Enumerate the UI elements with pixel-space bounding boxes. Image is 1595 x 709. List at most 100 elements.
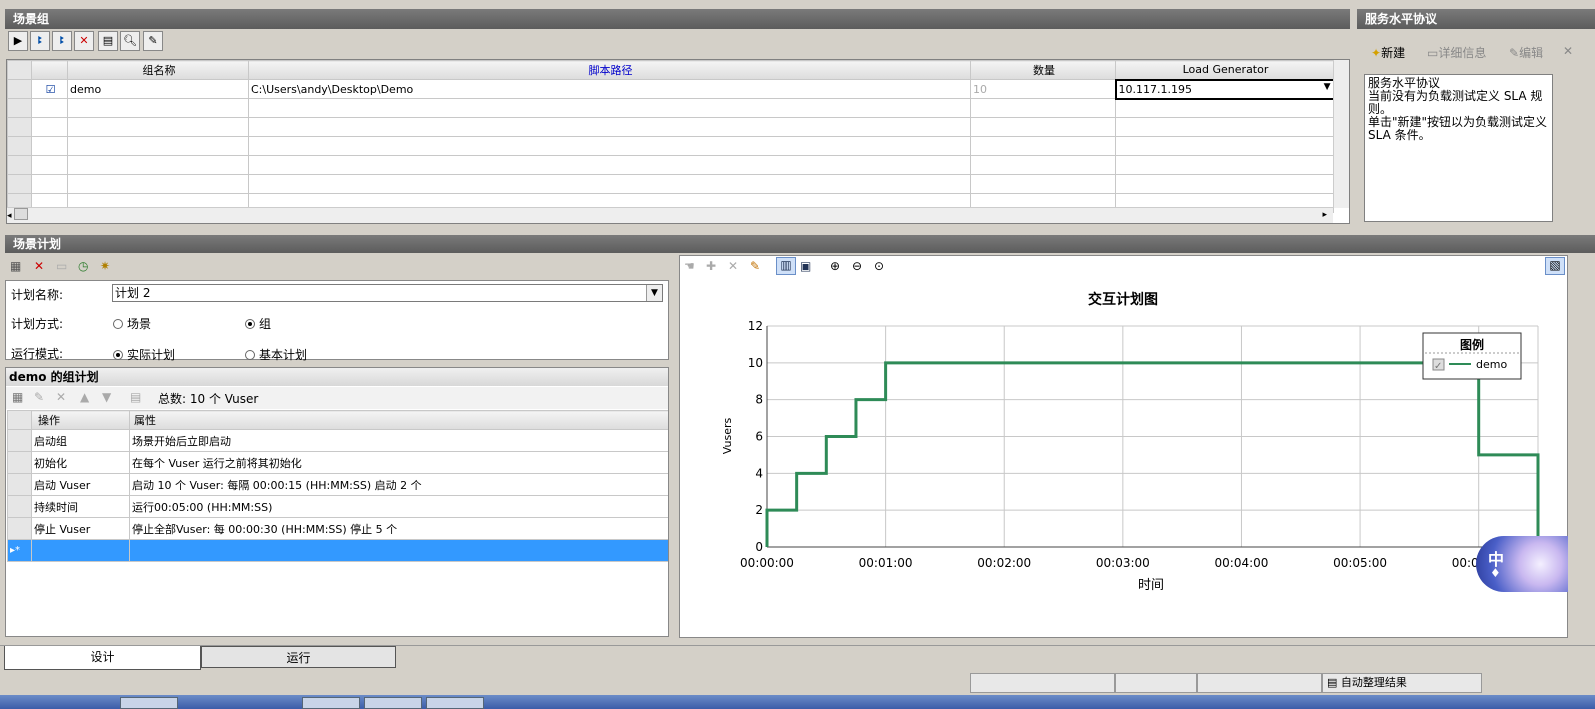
schedule-wizard-icon[interactable]: ✷: [100, 259, 110, 273]
vertical-scrollbar[interactable]: [1333, 60, 1349, 208]
scenario-group-grid: 组名称 脚本路径 数量 Load Generator ☑ demo C:\Use…: [6, 59, 1350, 224]
dropdown-arrow-icon[interactable]: ▼: [1324, 82, 1331, 92]
operation-cell[interactable]: 启动组: [31, 429, 130, 452]
collate-icon: ▤: [1327, 676, 1338, 689]
quantity-cell[interactable]: 10: [970, 79, 1116, 99]
row-header[interactable]: [7, 79, 32, 99]
col-quantity[interactable]: 数量: [970, 60, 1116, 80]
col-group-name[interactable]: 组名称: [67, 60, 249, 80]
table-row[interactable]: 启动 Vuser 启动 10 个 Vuser: 每隔 00:00:15 (HH:…: [7, 473, 668, 496]
table-row[interactable]: 初始化 在每个 Vuser 运行之前将其初始化: [7, 451, 668, 474]
y-tick-label: 0: [755, 540, 763, 554]
new-schedule-icon[interactable]: ▦: [10, 259, 21, 273]
table-row[interactable]: [7, 174, 1334, 194]
add-vusers-icon[interactable]: ꔪ: [52, 31, 72, 51]
chart-fit-icon[interactable]: ▣: [800, 259, 811, 273]
zoom-out-icon[interactable]: ⊖: [852, 259, 862, 273]
col-attribute[interactable]: 属性: [129, 410, 668, 430]
remove-vusers-icon[interactable]: ✕: [74, 31, 94, 51]
delete-schedule-icon[interactable]: ✕: [34, 259, 44, 273]
rename-schedule-icon[interactable]: ▭: [56, 259, 67, 273]
mode-group-radio[interactable]: 组: [245, 315, 271, 332]
details-icon[interactable]: ▤: [98, 31, 118, 51]
schedule-name-select[interactable]: 计划 2 ▼: [112, 284, 663, 302]
delete-action-icon[interactable]: ✕: [56, 390, 66, 404]
sla-delete-icon[interactable]: ✕: [1563, 44, 1573, 58]
ime-widget[interactable]: 中 ♦: [1476, 536, 1568, 592]
tab-run[interactable]: 运行: [201, 646, 396, 668]
edit-script-icon[interactable]: ✎: [143, 31, 163, 51]
schedule-clock-icon[interactable]: ◷: [78, 259, 88, 273]
vusers-icon[interactable]: ꔪ: [30, 31, 50, 51]
y-tick-label: 2: [755, 503, 763, 517]
sla-edit-button[interactable]: ✎编辑: [1509, 44, 1543, 61]
group-plan-title: demo 的组计划: [6, 368, 668, 386]
table-row[interactable]: [7, 117, 1334, 137]
col-operation[interactable]: 操作: [31, 410, 130, 430]
zoom-reset-icon[interactable]: ⊙: [874, 259, 884, 273]
mode-scene-radio[interactable]: 场景: [113, 315, 151, 332]
tab-design[interactable]: 设计: [4, 646, 201, 670]
horizontal-scrollbar[interactable]: ◂ ▸: [7, 207, 1333, 223]
taskbar-button[interactable]: [426, 697, 484, 709]
pencil-icon: ✎: [1509, 46, 1520, 60]
detail-icon: ▭: [1427, 46, 1439, 60]
attribute-cell[interactable]: 运行00:05:00 (HH:MM:SS): [129, 495, 668, 518]
taskbar-button[interactable]: [302, 697, 360, 709]
chart-legend-toggle-icon[interactable]: ▥: [776, 257, 796, 275]
operation-cell[interactable]: 启动 Vuser: [31, 473, 130, 496]
auto-collate-status[interactable]: ▤ 自动整理结果: [1322, 673, 1482, 693]
legend-series-name: demo: [1476, 358, 1507, 371]
table-row[interactable]: 停止 Vuser 停止全部Vuser: 每 00:00:30 (HH:MM:SS…: [7, 517, 668, 540]
script-path-cell[interactable]: C:\Users\andy\Desktop\Demo: [248, 79, 971, 99]
sla-title: 服务水平协议: [1357, 9, 1595, 29]
load-generator-select[interactable]: 10.117.1.195 ▼: [1114, 78, 1335, 100]
run-basic-radio[interactable]: 基本计划: [245, 346, 307, 363]
zoom-in-icon[interactable]: ⊕: [830, 259, 840, 273]
attribute-cell[interactable]: 启动 10 个 Vuser: 每隔 00:00:15 (HH:MM:SS) 启动…: [129, 473, 668, 496]
col-script-path[interactable]: 脚本路径: [248, 60, 971, 80]
operation-cell[interactable]: 停止 Vuser: [31, 517, 130, 540]
chart-remove-icon[interactable]: ✕: [728, 259, 738, 273]
group-name-cell[interactable]: demo: [67, 79, 249, 99]
attribute-cell[interactable]: 场景开始后立即启动: [129, 429, 668, 452]
x-tick-label: 00:03:00: [1096, 556, 1150, 570]
chart-hand-icon[interactable]: ☚: [684, 259, 695, 273]
move-down-icon[interactable]: ▼: [102, 390, 111, 404]
operation-cell[interactable]: 持续时间: [31, 495, 130, 518]
chart-add-icon[interactable]: ✚: [706, 259, 716, 273]
attribute-cell[interactable]: 在每个 Vuser 运行之前将其初始化: [129, 451, 668, 474]
table-row[interactable]: [7, 155, 1334, 175]
copy-icon[interactable]: ▤: [130, 390, 141, 404]
move-up-icon[interactable]: ▲: [80, 390, 89, 404]
sla-detail-button[interactable]: ▭详细信息: [1427, 44, 1486, 61]
add-action-icon[interactable]: ▦: [12, 390, 23, 404]
taskbar-button[interactable]: [364, 697, 422, 709]
operation-cell[interactable]: 初始化: [31, 451, 130, 474]
attribute-cell[interactable]: 停止全部Vuser: 每 00:00:30 (HH:MM:SS) 停止 5 个: [129, 517, 668, 540]
chevron-down-icon[interactable]: ▼: [646, 285, 662, 301]
chart-pencil-icon[interactable]: ✎: [750, 259, 760, 273]
radio-selected-icon: [245, 319, 255, 329]
new-row[interactable]: ▸*: [7, 539, 668, 562]
chart-side-toggle-icon[interactable]: ▧: [1545, 257, 1565, 275]
enable-checkbox[interactable]: ☑: [31, 79, 68, 99]
table-row[interactable]: [7, 136, 1334, 156]
run-actual-radio[interactable]: 实际计划: [113, 346, 175, 363]
col-load-generator[interactable]: Load Generator: [1115, 60, 1334, 80]
y-tick-label: 6: [755, 430, 763, 444]
taskbar-button[interactable]: [120, 697, 178, 709]
table-row[interactable]: ☑ demo C:\Users\andy\Desktop\Demo 10 10.…: [7, 78, 1335, 100]
sla-new-button[interactable]: ✦新建: [1371, 44, 1405, 61]
run-mode-label: 运行模式:: [11, 347, 64, 361]
table-row[interactable]: 持续时间 运行00:05:00 (HH:MM:SS): [7, 495, 668, 518]
table-row[interactable]: [7, 98, 1334, 118]
view-script-icon[interactable]: 🔍︎: [120, 31, 140, 51]
run-icon[interactable]: ▶: [8, 31, 28, 51]
status-cell-3: [1197, 673, 1322, 693]
edit-action-icon[interactable]: ✎: [34, 390, 44, 404]
schedule-name-label: 计划名称:: [11, 288, 64, 302]
chart-legend: 图例 ✓ demo: [1422, 332, 1522, 380]
table-row[interactable]: 启动组 场景开始后立即启动: [7, 429, 668, 452]
x-axis-label: 时间: [1138, 578, 1164, 593]
